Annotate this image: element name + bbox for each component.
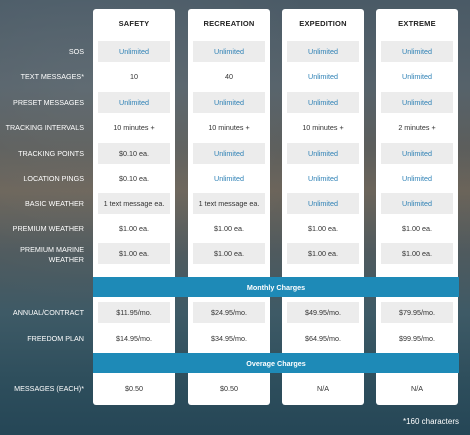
feature-label: TRACKING POINTS bbox=[18, 149, 84, 158]
plan-cell: $11.95/mo. bbox=[98, 302, 170, 323]
plan-cell: N/A bbox=[411, 384, 423, 393]
plan-column: SAFETY Unlimited 10 Unlimited 10 minutes + $0… bbox=[93, 9, 175, 405]
plan-cell: $99.95/mo. bbox=[399, 334, 435, 343]
plan-cell: 10 minutes + bbox=[208, 123, 250, 132]
feature-label: SOS bbox=[68, 47, 84, 56]
plan-cell: $34.95/mo. bbox=[211, 334, 247, 343]
plan-cell: 1 text message ea. bbox=[98, 193, 170, 214]
feature-label: FREEDOM PLAN bbox=[27, 334, 84, 343]
plan-cell: 10 bbox=[130, 72, 138, 81]
plan-cell: 2 minutes + bbox=[398, 123, 436, 132]
plan-cell: $0.10 ea. bbox=[119, 174, 149, 183]
plan-cell: Unlimited bbox=[193, 92, 265, 113]
plan-cell: $1.00 ea. bbox=[98, 243, 170, 264]
plan-cell: Unlimited bbox=[287, 41, 359, 62]
plan-cell: Unlimited bbox=[193, 143, 265, 164]
plan-title: EXTREME bbox=[398, 19, 436, 28]
overage-charges-band: Overage Charges bbox=[93, 353, 459, 373]
plan-cell: Unlimited bbox=[381, 193, 453, 214]
plan-cell: Unlimited bbox=[287, 193, 359, 214]
plan-column: EXTREME Unlimited Unlimited Unlimited 2 minu… bbox=[376, 9, 458, 405]
plan-cell: $1.00 ea. bbox=[287, 243, 359, 264]
plan-column: EXPEDITION Unlimited Unlimited Unlimited 10 … bbox=[282, 9, 364, 405]
plan-cell: N/A bbox=[317, 384, 329, 393]
plan-cell: 10 minutes + bbox=[113, 123, 155, 132]
plan-cell: 10 minutes + bbox=[302, 123, 344, 132]
plan-cell: Unlimited bbox=[381, 92, 453, 113]
feature-label: PREMIUM MARINE WEATHER bbox=[20, 245, 84, 264]
plan-cell: $0.50 bbox=[125, 384, 143, 393]
plan-cell: $0.50 bbox=[220, 384, 238, 393]
plan-cell: Unlimited bbox=[193, 41, 265, 62]
feature-label: TRACKING INTERVALS bbox=[5, 123, 84, 132]
plan-cell: Unlimited bbox=[402, 174, 432, 183]
plan-cell: $49.95/mo. bbox=[287, 302, 359, 323]
plan-cell: $1.00 ea. bbox=[193, 243, 265, 264]
plan-cell: $64.95/mo. bbox=[305, 334, 341, 343]
plan-cell: Unlimited bbox=[381, 41, 453, 62]
plan-cell: $1.00 ea. bbox=[402, 224, 432, 233]
plan-cell: $1.00 ea. bbox=[119, 224, 149, 233]
plan-cell: Unlimited bbox=[381, 143, 453, 164]
plan-cell: $1.00 ea. bbox=[308, 224, 338, 233]
plan-cell: Unlimited bbox=[214, 174, 244, 183]
plan-cell: $1.00 ea. bbox=[381, 243, 453, 264]
plan-cell: $0.10 ea. bbox=[98, 143, 170, 164]
feature-label: ANNUAL/CONTRACT bbox=[12, 308, 84, 317]
plan-cell: $24.95/mo. bbox=[193, 302, 265, 323]
plan-cell: $14.95/mo. bbox=[116, 334, 152, 343]
plan-cell: 1 text message ea. bbox=[193, 193, 265, 214]
feature-label: PRESET MESSAGES bbox=[13, 98, 84, 107]
plan-column: RECREATION Unlimited 40 Unlimited 10 minutes… bbox=[188, 9, 270, 405]
monthly-charges-band: Monthly Charges bbox=[93, 277, 459, 297]
plan-cell: Unlimited bbox=[308, 72, 338, 81]
plan-cell: Unlimited bbox=[98, 41, 170, 62]
plan-cell: Unlimited bbox=[308, 174, 338, 183]
plan-cell: Unlimited bbox=[287, 92, 359, 113]
feature-label: TEXT MESSAGES* bbox=[20, 72, 84, 81]
plan-cell: $1.00 ea. bbox=[214, 224, 244, 233]
feature-label: LOCATION PINGS bbox=[23, 174, 84, 183]
plan-cell: Unlimited bbox=[287, 143, 359, 164]
plan-title: RECREATION bbox=[203, 19, 255, 28]
plan-cell: 40 bbox=[225, 72, 233, 81]
plan-title: SAFETY bbox=[118, 19, 150, 28]
plan-title: EXPEDITION bbox=[299, 19, 347, 28]
feature-label: BASIC WEATHER bbox=[25, 199, 84, 208]
footnote: *160 characters bbox=[402, 417, 459, 426]
feature-label: MESSAGES (EACH)* bbox=[14, 384, 84, 393]
feature-label: PREMIUM WEATHER bbox=[12, 224, 84, 233]
plan-cell: $79.95/mo. bbox=[381, 302, 453, 323]
plan-cell: Unlimited bbox=[98, 92, 170, 113]
plan-cell: Unlimited bbox=[402, 72, 432, 81]
